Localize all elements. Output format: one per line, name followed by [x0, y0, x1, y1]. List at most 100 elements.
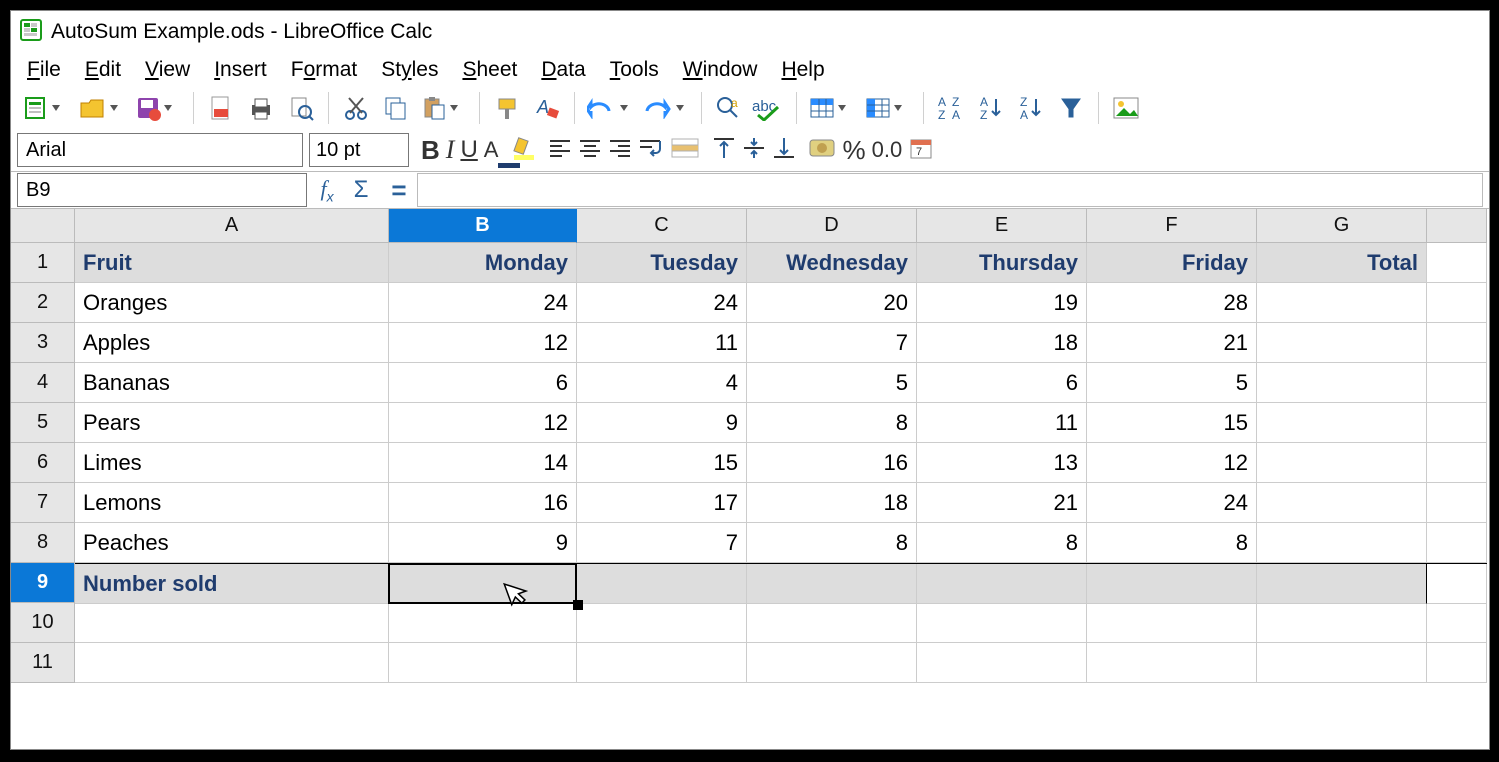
cell[interactable]: Number sold	[75, 564, 389, 604]
cell[interactable]: 11	[917, 403, 1087, 443]
cell[interactable]	[917, 564, 1087, 604]
paste-button[interactable]	[419, 91, 469, 125]
export-pdf-button[interactable]	[204, 91, 238, 125]
cell[interactable]	[1257, 403, 1427, 443]
align-left-button[interactable]	[548, 137, 572, 164]
cell[interactable]: 13	[917, 443, 1087, 483]
row-header-2[interactable]: 2	[11, 283, 75, 323]
cell[interactable]: 8	[1087, 523, 1257, 563]
formula-button[interactable]: =	[381, 173, 417, 207]
cell[interactable]	[917, 603, 1087, 643]
cell[interactable]: 21	[1087, 323, 1257, 363]
menu-data[interactable]: Data	[541, 58, 585, 82]
row-header-4[interactable]: 4	[11, 363, 75, 403]
cell[interactable]: 14	[389, 443, 577, 483]
cell[interactable]	[1427, 323, 1487, 363]
bold-button[interactable]: B	[421, 135, 440, 166]
cell[interactable]	[1257, 603, 1427, 643]
menu-sheet[interactable]: Sheet	[462, 58, 517, 82]
menu-edit[interactable]: Edit	[85, 58, 121, 82]
sort-button[interactable]: AZZA	[934, 91, 968, 125]
cell[interactable]: 6	[389, 363, 577, 403]
cell[interactable]: 4	[577, 363, 747, 403]
cell[interactable]	[1427, 483, 1487, 523]
menu-view[interactable]: View	[145, 58, 190, 82]
cell[interactable]	[747, 603, 917, 643]
cell[interactable]: Bananas	[75, 363, 389, 403]
cell[interactable]: 7	[577, 523, 747, 563]
name-box[interactable]: B9	[17, 173, 307, 207]
cell[interactable]: 7	[747, 323, 917, 363]
col-header-G[interactable]: G	[1257, 209, 1427, 243]
cell[interactable]: 5	[1087, 363, 1257, 403]
cell[interactable]: 28	[1087, 283, 1257, 323]
cell[interactable]	[577, 564, 747, 604]
cell[interactable]	[917, 643, 1087, 683]
cell[interactable]	[747, 564, 917, 604]
print-button[interactable]	[244, 91, 278, 125]
row-header-3[interactable]: 3	[11, 323, 75, 363]
cell[interactable]: 16	[747, 443, 917, 483]
align-top-button[interactable]	[712, 136, 736, 165]
cell[interactable]	[1257, 643, 1427, 683]
col-header-E[interactable]: E	[917, 209, 1087, 243]
cell[interactable]	[1257, 443, 1427, 483]
cell[interactable]: 5	[747, 363, 917, 403]
font-size-select[interactable]: 10 pt	[309, 133, 409, 167]
row-header-10[interactable]: 10	[11, 603, 75, 643]
cell[interactable]	[389, 643, 577, 683]
new-button[interactable]	[21, 91, 71, 125]
undo-button[interactable]	[585, 91, 635, 125]
number-format-button[interactable]: 0.0	[872, 137, 903, 163]
percent-button[interactable]: %	[842, 135, 865, 166]
cell[interactable]: Lemons	[75, 483, 389, 523]
cell[interactable]: 12	[1087, 443, 1257, 483]
cell[interactable]: 24	[389, 283, 577, 323]
cell[interactable]	[1427, 403, 1487, 443]
cell[interactable]: 21	[917, 483, 1087, 523]
cell[interactable]	[1087, 603, 1257, 643]
find-replace-button[interactable]: a	[712, 91, 746, 125]
cell[interactable]: Monday	[389, 243, 577, 283]
align-right-button[interactable]	[608, 137, 632, 164]
sort-desc-button[interactable]: ZA	[1014, 91, 1048, 125]
cell[interactable]	[1257, 483, 1427, 523]
italic-button[interactable]: I	[446, 135, 455, 165]
col-header-F[interactable]: F	[1087, 209, 1257, 243]
cell[interactable]: Tuesday	[577, 243, 747, 283]
row-button[interactable]	[807, 91, 857, 125]
cell[interactable]	[75, 643, 389, 683]
underline-button[interactable]: U	[460, 136, 477, 164]
autosum-button[interactable]: Σ	[345, 173, 381, 207]
cell[interactable]: Peaches	[75, 523, 389, 563]
col-header-C[interactable]: C	[577, 209, 747, 243]
cell[interactable]	[577, 603, 747, 643]
cells-area[interactable]: Fruit Monday Tuesday Wednesday Thursday …	[75, 243, 1487, 683]
cell[interactable]: 24	[577, 283, 747, 323]
cut-button[interactable]	[339, 91, 373, 125]
select-all-corner[interactable]	[11, 209, 75, 243]
cell[interactable]: 20	[747, 283, 917, 323]
align-center-button[interactable]	[578, 137, 602, 164]
row-header-8[interactable]: 8	[11, 523, 75, 563]
currency-button[interactable]	[808, 138, 836, 163]
cell[interactable]: Friday	[1087, 243, 1257, 283]
cell[interactable]: Pears	[75, 403, 389, 443]
cell[interactable]: 15	[1087, 403, 1257, 443]
merge-cells-button[interactable]	[670, 137, 700, 164]
print-preview-button[interactable]	[284, 91, 318, 125]
wrap-text-button[interactable]	[638, 137, 664, 164]
col-header-B[interactable]: B	[389, 209, 577, 243]
save-button[interactable]	[133, 91, 183, 125]
cell[interactable]: 19	[917, 283, 1087, 323]
image-button[interactable]	[1109, 91, 1143, 125]
cell[interactable]	[747, 643, 917, 683]
cell[interactable]	[1087, 564, 1257, 604]
cell[interactable]: 9	[577, 403, 747, 443]
cell[interactable]: 6	[917, 363, 1087, 403]
align-middle-button[interactable]	[742, 136, 766, 165]
menu-styles[interactable]: Styles	[381, 58, 438, 82]
cell[interactable]: 18	[917, 323, 1087, 363]
cell[interactable]	[75, 603, 389, 643]
cell[interactable]	[1427, 363, 1487, 403]
